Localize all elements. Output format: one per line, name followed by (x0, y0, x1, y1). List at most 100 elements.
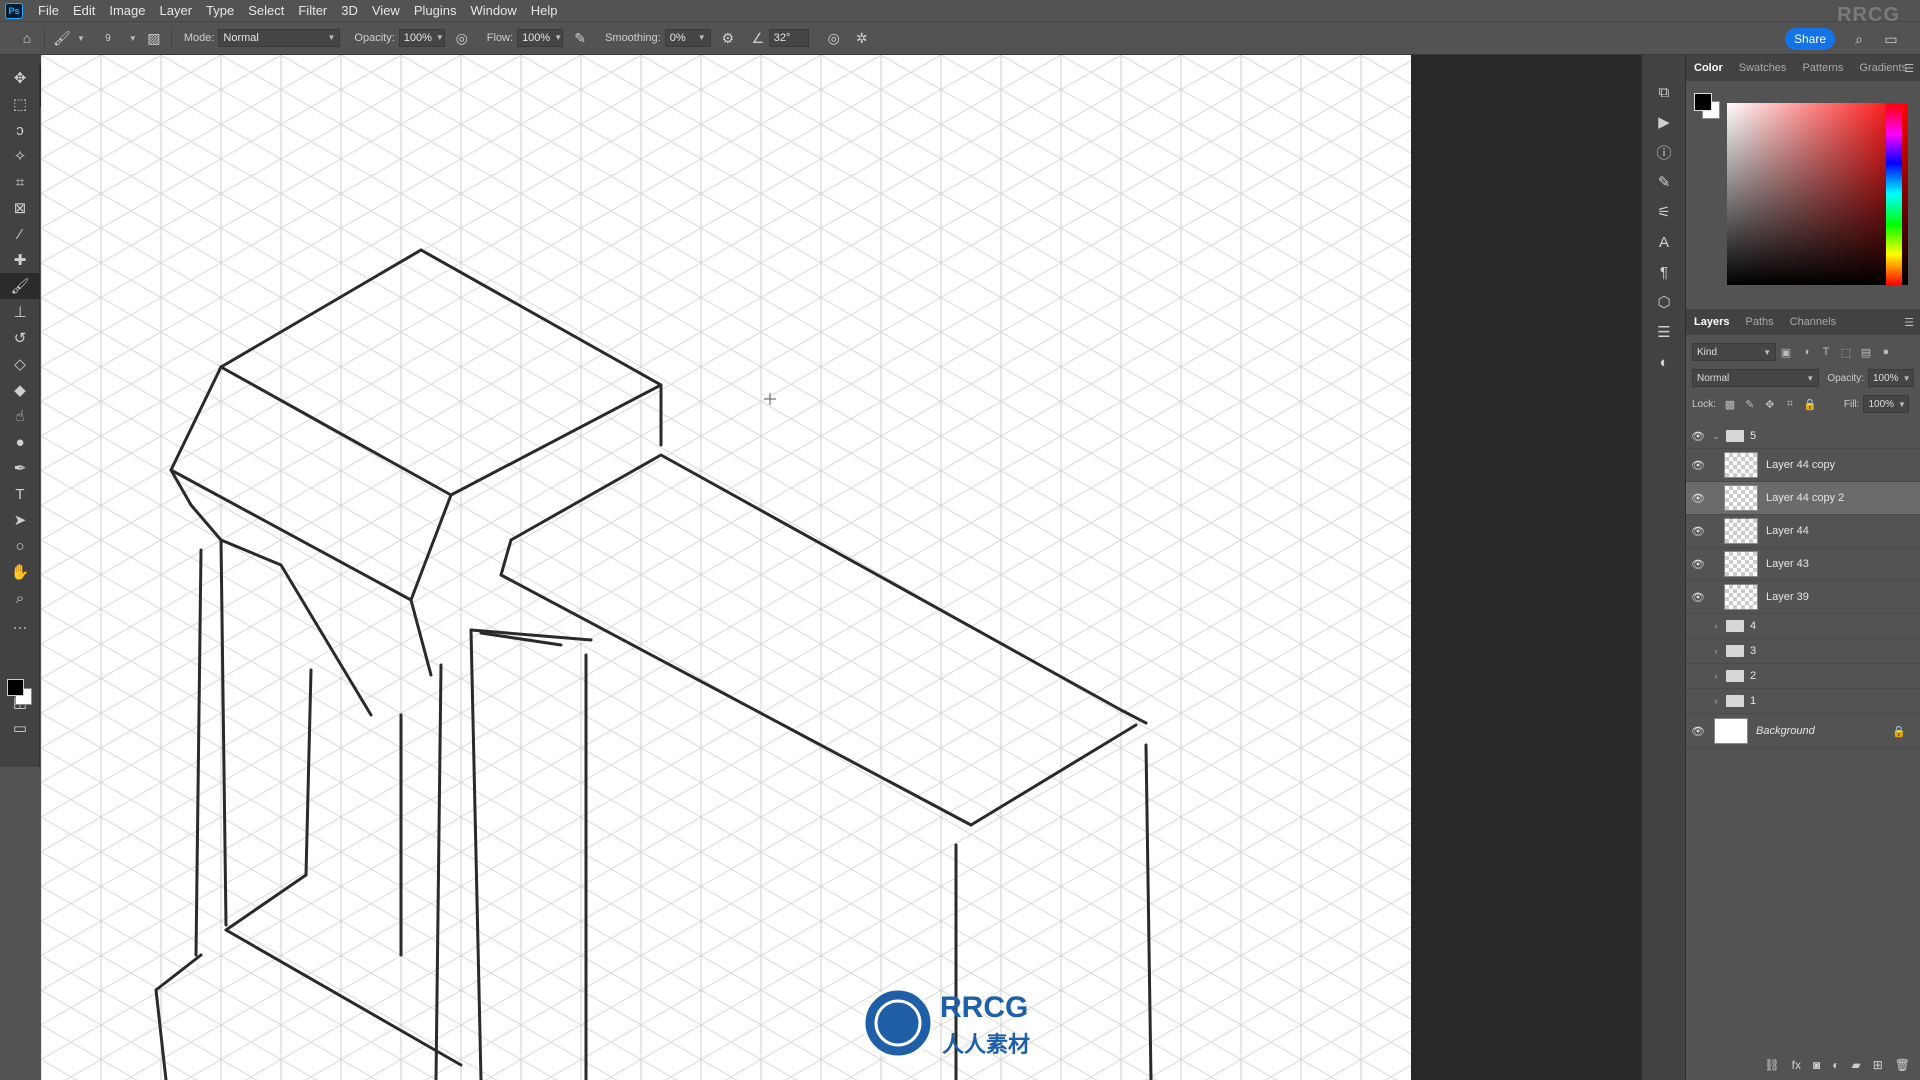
type-tool-icon[interactable]: T (0, 481, 40, 507)
airbrush-icon[interactable]: ✎ (569, 27, 591, 49)
chevron-right-icon[interactable]: › (1710, 696, 1722, 706)
tab-paths[interactable]: Paths (1737, 315, 1781, 335)
filter-adjustment-icon[interactable]: ◑ (1796, 346, 1816, 358)
foreground-color-swatch[interactable] (7, 679, 24, 696)
eye-icon[interactable]: 👁 (1686, 695, 1710, 708)
3d-cube-icon[interactable]: ⬡ (1642, 287, 1686, 317)
layer-row[interactable]: 👁 Layer 44 (1686, 515, 1920, 548)
filter-pixel-icon[interactable]: ▣ (1776, 346, 1796, 359)
search-icon[interactable]: ⌕ (1848, 28, 1870, 50)
layer-group-row[interactable]: 👁 ⌄ 5 (1686, 424, 1920, 449)
workspace-icon[interactable]: ▭ (1880, 28, 1902, 50)
new-group-icon[interactable]: ▰ (1851, 1058, 1860, 1072)
path-selection-tool-icon[interactable]: ➤ (0, 507, 40, 533)
adjustment-layer-icon[interactable]: ◐ (1832, 1058, 1839, 1072)
character-icon[interactable]: A (1642, 227, 1686, 257)
chevron-down-icon[interactable]: ▼ (77, 34, 85, 43)
more-tools-icon[interactable]: … (0, 611, 40, 637)
menu-window[interactable]: Window (463, 0, 523, 21)
tab-patterns[interactable]: Patterns (1794, 61, 1851, 81)
filter-smart-icon[interactable]: ▤ (1856, 346, 1876, 359)
history-icon[interactable]: ⧉ (1642, 77, 1686, 107)
layer-row[interactable]: 👁 Layer 39 (1686, 581, 1920, 614)
panel-menu-icon[interactable]: ☰ (1904, 316, 1914, 329)
layer-row-selected[interactable]: 👁 Layer 44 copy 2 (1686, 482, 1920, 515)
background-layer-row[interactable]: 👁 Background 🔒 (1686, 715, 1920, 748)
layer-row[interactable]: 👁 Layer 43 (1686, 548, 1920, 581)
screen-mode-icon[interactable]: ▭ (0, 715, 40, 741)
adjust-panel-icon[interactable]: ⚟ (1642, 197, 1686, 227)
layer-group-row[interactable]: 👁 › 3 (1686, 639, 1920, 664)
panel-menu-icon[interactable]: ☰ (1904, 62, 1914, 75)
actions-play-icon[interactable]: ▶ (1642, 107, 1686, 137)
smudge-tool-icon[interactable]: ☝ (0, 403, 40, 429)
tab-swatches[interactable]: Swatches (1731, 61, 1795, 81)
chevron-down-icon[interactable]: ▼ (129, 34, 137, 43)
share-button[interactable]: Share (1785, 28, 1835, 50)
eye-icon[interactable]: 👁 (1686, 620, 1710, 633)
mode-select[interactable]: Normal ▼ (218, 29, 341, 47)
smoothing-input[interactable]: 0% ▼ (664, 29, 711, 47)
photoshop-logo[interactable]: Ps (5, 2, 23, 19)
layer-filter-kind[interactable]: Kind ▼ (1692, 343, 1776, 361)
eye-icon[interactable]: 👁 (1686, 645, 1710, 658)
brush-settings-panel-icon[interactable]: ✎ (1642, 167, 1686, 197)
eye-icon[interactable]: 👁 (1686, 670, 1710, 683)
eye-icon[interactable]: 👁 (1686, 430, 1710, 443)
adjustments-icon[interactable]: ◐ (1642, 347, 1686, 377)
document-canvas[interactable] (41, 55, 1411, 1080)
color-picker-field[interactable] (1727, 103, 1908, 285)
angle-input[interactable]: 32° (768, 29, 809, 47)
eye-icon[interactable]: 👁 (1686, 492, 1710, 505)
fx-icon[interactable]: fx (1792, 1058, 1801, 1072)
filter-shape-icon[interactable]: ⬚ (1836, 346, 1856, 359)
eye-icon[interactable]: 👁 (1686, 525, 1710, 538)
marquee-tool-icon[interactable]: ⬚ (0, 91, 40, 117)
paragraph-icon[interactable]: ¶ (1642, 257, 1686, 287)
menu-image[interactable]: Image (102, 0, 152, 21)
healing-brush-tool-icon[interactable]: ✚ (0, 247, 40, 273)
info-icon[interactable]: ⓘ (1642, 137, 1686, 167)
history-brush-tool-icon[interactable]: ↺ (0, 325, 40, 351)
menu-layer[interactable]: Layer (153, 0, 200, 21)
dodge-tool-icon[interactable]: ● (0, 429, 40, 455)
brush-tool-icon[interactable]: 🖌 (0, 273, 40, 299)
flow-input[interactable]: 100% ▼ (517, 29, 564, 47)
new-layer-icon[interactable]: ⊞ (1873, 1058, 1883, 1072)
lock-position-icon[interactable]: ✥ (1760, 398, 1780, 411)
zoom-tool-icon[interactable]: ⌕ (0, 585, 40, 611)
lock-pixels-icon[interactable]: ✎ (1740, 398, 1760, 411)
link-layers-icon[interactable]: ⛓ (1764, 1058, 1779, 1072)
hue-slider[interactable] (1886, 103, 1902, 285)
pressure-opacity-icon[interactable]: ◎ (451, 27, 473, 49)
move-tool-icon[interactable]: ✥ (0, 65, 40, 91)
color-foreground-swatch[interactable] (1694, 93, 1712, 111)
menu-file[interactable]: File (31, 0, 66, 21)
delete-layer-icon[interactable]: 🗑 (1895, 1058, 1910, 1072)
layer-row[interactable]: 👁 Layer 44 copy (1686, 449, 1920, 482)
filter-type-icon[interactable]: T (1816, 346, 1836, 358)
chevron-down-icon[interactable]: ⌄ (1710, 431, 1722, 442)
tab-layers[interactable]: Layers (1686, 315, 1737, 335)
eyedropper-tool-icon[interactable]: ⁄ (0, 221, 40, 247)
layer-group-row[interactable]: 👁 › 1 (1686, 689, 1920, 714)
stamp-tool-icon[interactable]: ⊥ (0, 299, 40, 325)
menu-plugins[interactable]: Plugins (407, 0, 464, 21)
layer-group-row[interactable]: 👁 › 2 (1686, 664, 1920, 689)
brush-size-value[interactable]: 9 (91, 33, 125, 44)
tab-channels[interactable]: Channels (1782, 315, 1844, 335)
magic-wand-tool-icon[interactable]: ✧ (0, 143, 40, 169)
eraser-tool-icon[interactable]: ◇ (0, 351, 40, 377)
menu-view[interactable]: View (365, 0, 407, 21)
brush-preset-icon[interactable]: 🖌 (51, 27, 73, 49)
menu-3d[interactable]: 3D (334, 0, 365, 21)
home-icon[interactable]: ⌂ (16, 27, 38, 49)
ellipse-tool-icon[interactable]: ○ (0, 533, 40, 559)
lock-transparency-icon[interactable]: ▩ (1720, 398, 1740, 411)
lasso-tool-icon[interactable]: ↄ (0, 117, 40, 143)
symmetry-icon[interactable]: ✲ (851, 27, 873, 49)
eye-icon[interactable]: 👁 (1686, 725, 1710, 738)
lock-all-icon[interactable]: 🔒 (1800, 398, 1820, 411)
menu-help[interactable]: Help (524, 0, 565, 21)
hand-tool-icon[interactable]: ✋ (0, 559, 40, 585)
